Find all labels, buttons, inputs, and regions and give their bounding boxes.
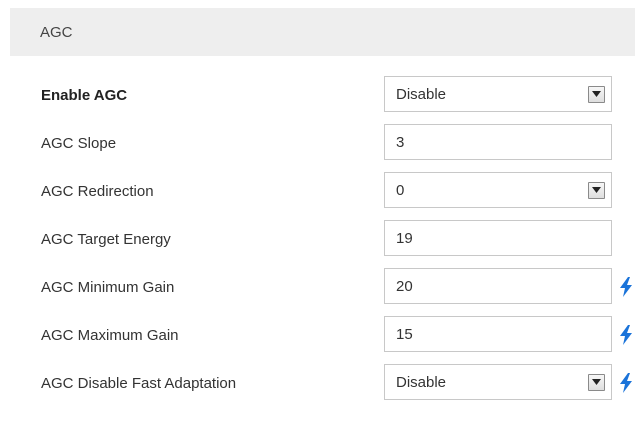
agc-maximum-gain-value: 15 [396,325,413,343]
form-row-agc-target-energy: AGC Target Energy 19 [0,220,635,258]
enable-agc-select[interactable]: Disable [384,76,612,112]
agc-maximum-gain-input[interactable]: 15 [384,316,612,352]
agc-slope-input[interactable]: 3 [384,124,612,160]
lightning-bolt-icon [620,325,632,345]
form-row-agc-maximum-gain: AGC Maximum Gain 15 [0,316,635,354]
agc-target-energy-input[interactable]: 19 [384,220,612,256]
form-row-agc-slope: AGC Slope 3 [0,124,635,162]
dropdown-arrow-icon[interactable] [588,373,605,391]
agc-disable-fast-adaptation-value: Disable [396,373,447,391]
lightning-bolt-icon [620,277,632,297]
agc-maximum-gain-label: AGC Maximum Gain [41,326,179,344]
form-row-agc-minimum-gain: AGC Minimum Gain 20 [0,268,635,306]
agc-redirection-select[interactable]: 0 [384,172,612,208]
enable-agc-value: Disable [396,85,447,103]
agc-minimum-gain-input[interactable]: 20 [384,268,612,304]
enable-agc-label: Enable AGC [41,86,128,104]
agc-redirection-label: AGC Redirection [41,182,154,200]
agc-minimum-gain-label: AGC Minimum Gain [41,278,175,296]
section-title: AGC [40,23,73,41]
agc-target-energy-value: 19 [396,229,413,247]
lightning-bolt-icon [620,373,632,393]
agc-disable-fast-adaptation-select[interactable]: Disable [384,364,612,400]
form-row-agc-redirection: AGC Redirection 0 [0,172,635,210]
dropdown-arrow-icon[interactable] [588,85,605,103]
section-header: AGC [10,8,635,56]
agc-redirection-value: 0 [396,181,405,199]
agc-target-energy-label: AGC Target Energy [41,230,171,248]
agc-minimum-gain-value: 20 [396,277,413,295]
agc-slope-label: AGC Slope [41,134,117,152]
agc-disable-fast-adaptation-label: AGC Disable Fast Adaptation [41,374,237,392]
form-row-enable-agc: Enable AGC Disable [0,76,635,114]
agc-slope-value: 3 [396,133,405,151]
form-row-agc-disable-fast-adaptation: AGC Disable Fast Adaptation Disable [0,364,635,402]
dropdown-arrow-icon[interactable] [588,181,605,199]
